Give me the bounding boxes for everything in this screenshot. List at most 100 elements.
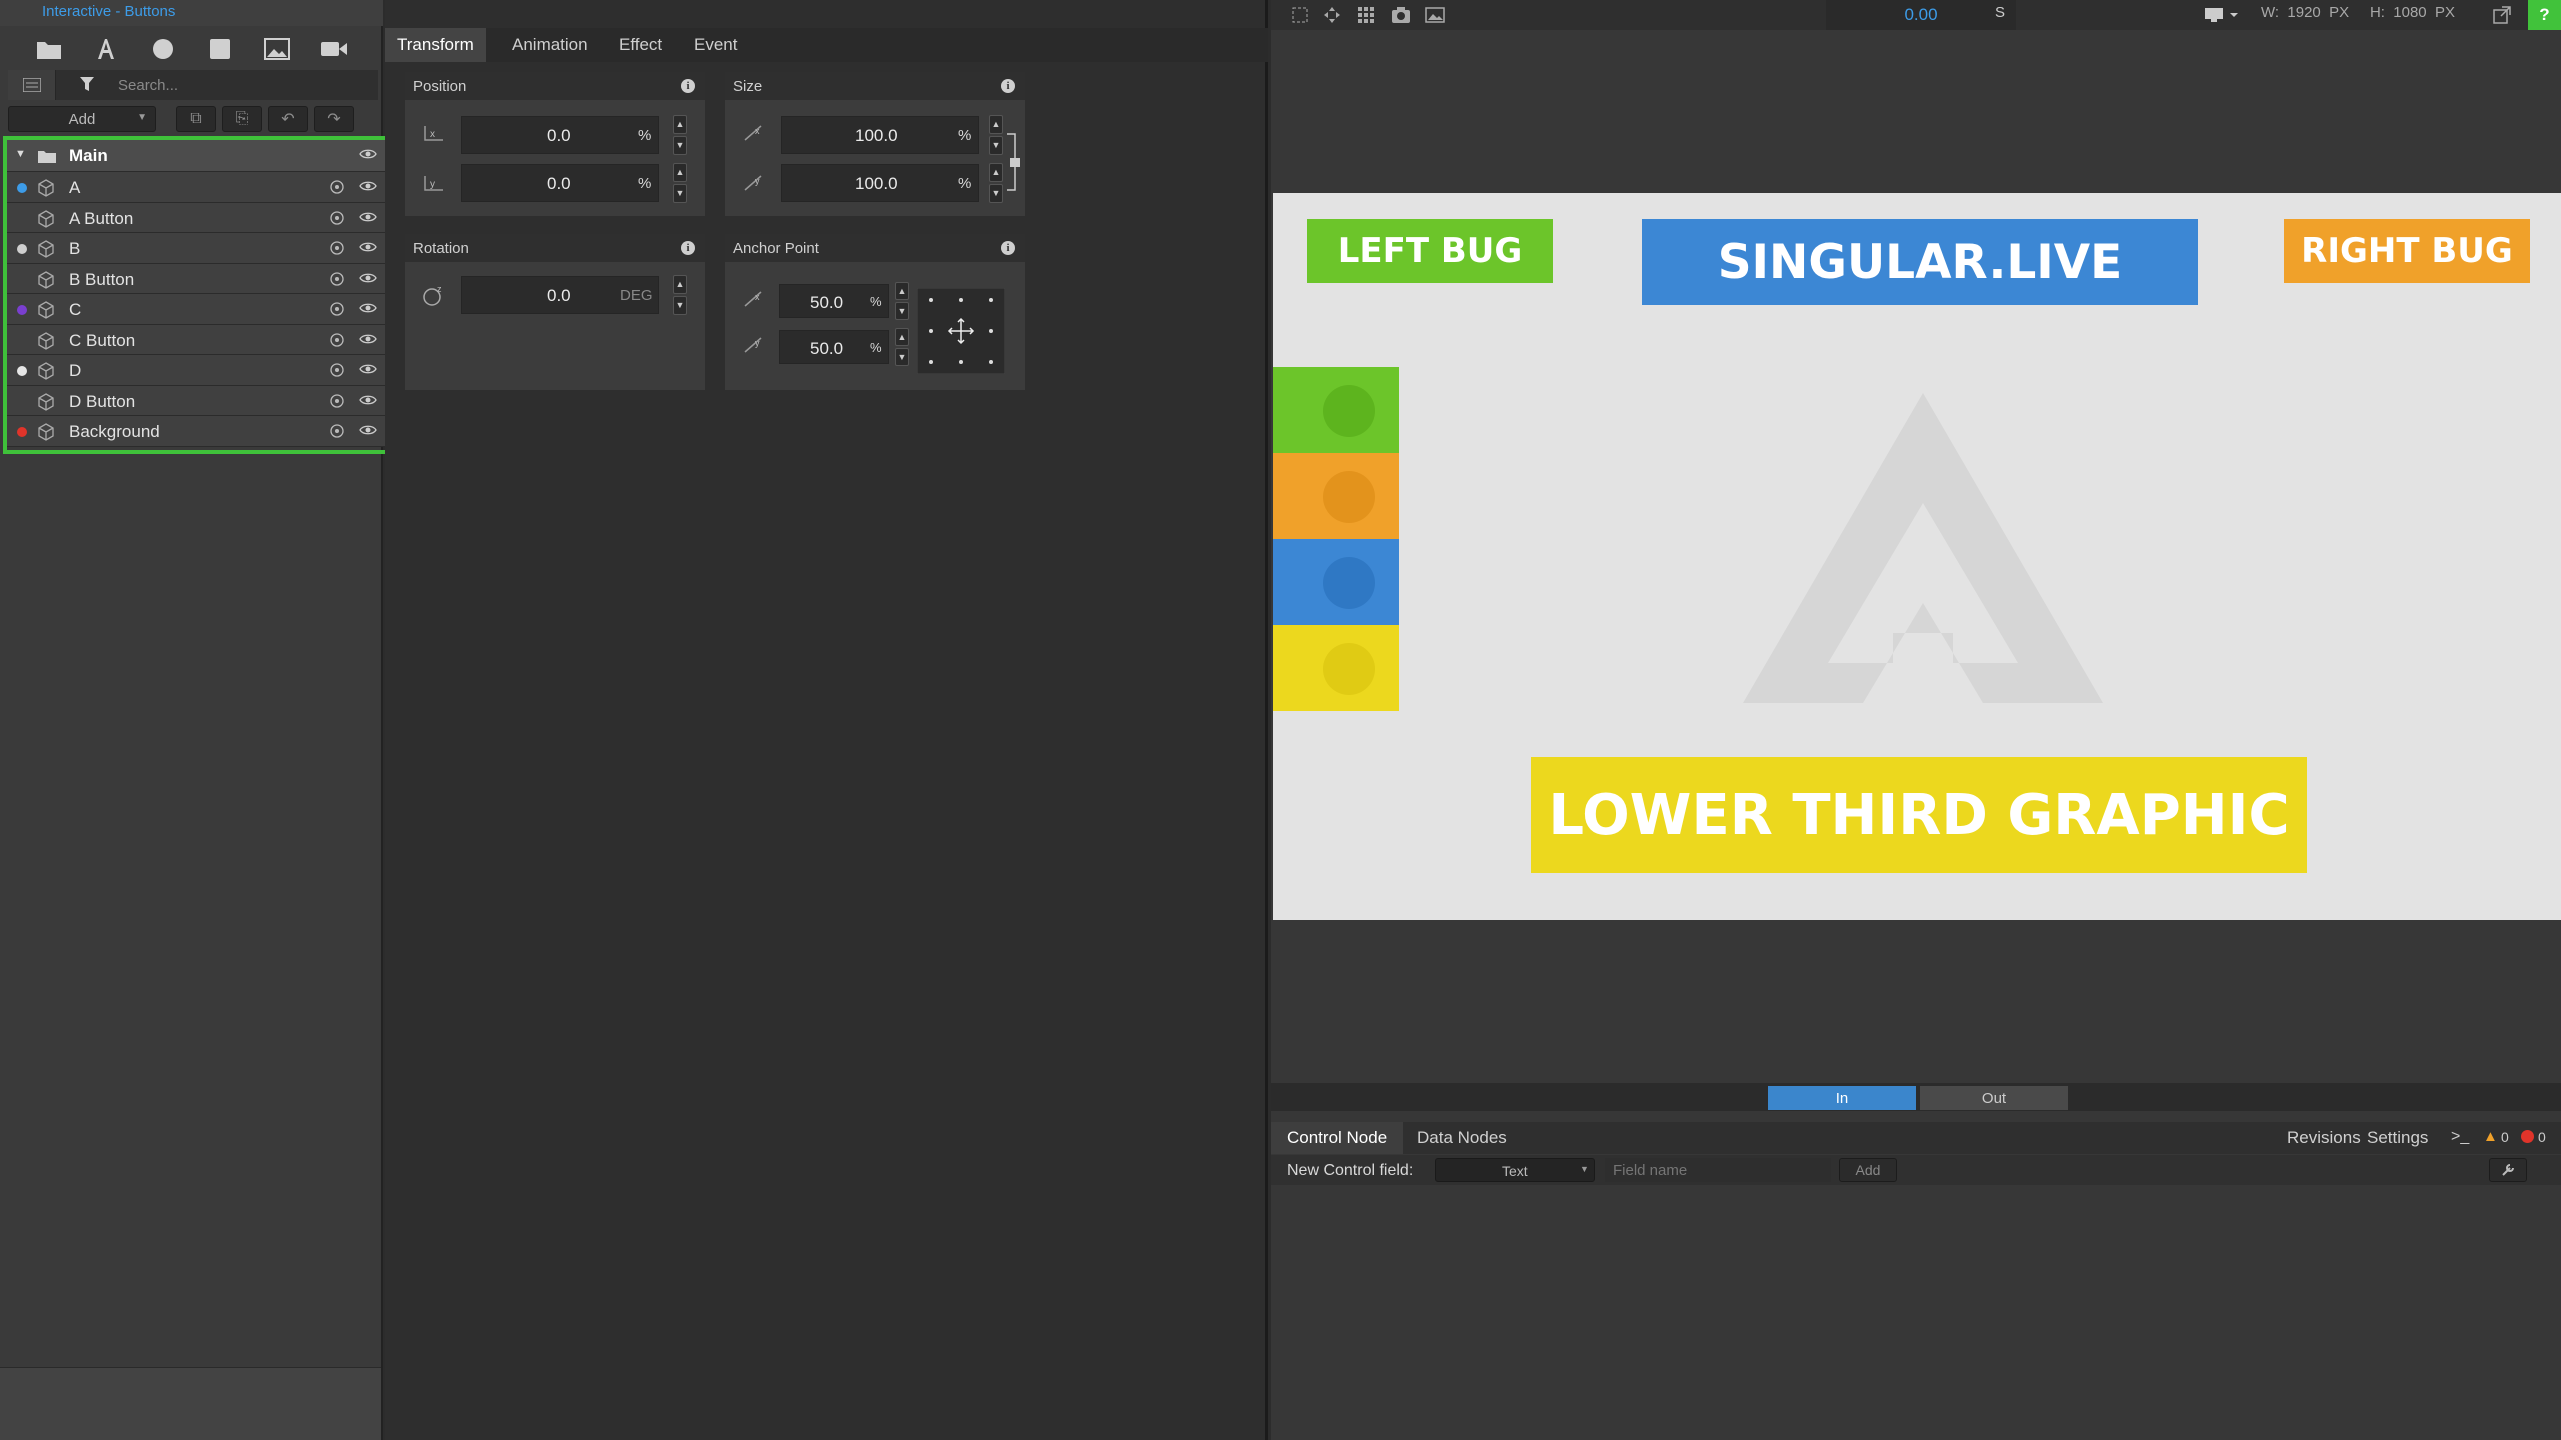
anchor-x-stepper[interactable]: ▲ ▼ bbox=[895, 282, 909, 320]
height-stepper[interactable]: ▲ ▼ bbox=[989, 163, 1003, 203]
position-x-field[interactable]: 0.0 % bbox=[461, 116, 659, 154]
lower-third-graphic[interactable]: LOWER THIRD GRAPHIC bbox=[1531, 757, 2307, 873]
target-icon[interactable] bbox=[329, 301, 345, 317]
video-icon[interactable] bbox=[316, 33, 352, 65]
field-type-select[interactable]: Text ▼ bbox=[1435, 1158, 1595, 1182]
eye-icon[interactable] bbox=[359, 180, 377, 192]
eye-icon[interactable] bbox=[359, 333, 377, 345]
decrement-icon[interactable]: ▼ bbox=[895, 302, 909, 320]
position-x-stepper[interactable]: ▲ ▼ bbox=[673, 115, 687, 155]
rotation-stepper[interactable]: ▲ ▼ bbox=[673, 275, 687, 315]
layer-main-group[interactable]: ▼ Main bbox=[7, 140, 387, 172]
field-name-input[interactable] bbox=[1605, 1158, 1831, 1182]
right-bug-graphic[interactable]: RIGHT BUG bbox=[2284, 219, 2530, 283]
increment-icon[interactable]: ▲ bbox=[895, 282, 909, 300]
layer-row[interactable]: C Button bbox=[7, 324, 387, 355]
filter-icon[interactable] bbox=[80, 76, 94, 92]
popout-icon[interactable] bbox=[2493, 6, 2511, 24]
layer-row[interactable]: Background bbox=[7, 416, 387, 447]
tab-event[interactable]: Event bbox=[682, 28, 749, 62]
select-frame-icon[interactable] bbox=[1291, 6, 1309, 24]
eye-icon[interactable] bbox=[359, 302, 377, 314]
button-c[interactable] bbox=[1273, 539, 1399, 625]
add-field-button[interactable]: Add bbox=[1839, 1158, 1897, 1182]
text-icon[interactable] bbox=[88, 33, 124, 65]
info-icon[interactable]: i bbox=[1001, 79, 1015, 93]
width-stepper[interactable]: ▲ ▼ bbox=[989, 115, 1003, 155]
info-icon[interactable]: i bbox=[1001, 241, 1015, 255]
list-view-button[interactable] bbox=[8, 70, 56, 100]
increment-icon[interactable]: ▲ bbox=[673, 115, 687, 134]
search-input[interactable] bbox=[118, 74, 368, 96]
increment-icon[interactable]: ▲ bbox=[673, 275, 687, 294]
left-bug-graphic[interactable]: LEFT BUG bbox=[1307, 219, 1553, 283]
target-icon[interactable] bbox=[329, 271, 345, 287]
button-b[interactable] bbox=[1273, 453, 1399, 539]
info-icon[interactable]: i bbox=[681, 241, 695, 255]
copy-button[interactable]: ⧉ bbox=[176, 106, 216, 132]
target-icon[interactable] bbox=[329, 240, 345, 256]
decrement-icon[interactable]: ▼ bbox=[989, 184, 1003, 203]
width-field[interactable]: 100.0 % bbox=[781, 116, 979, 154]
tab-animation[interactable]: Animation bbox=[500, 28, 600, 62]
button-d[interactable] bbox=[1273, 625, 1399, 711]
target-icon[interactable] bbox=[329, 210, 345, 226]
eye-icon[interactable] bbox=[359, 241, 377, 253]
anchor-y-field[interactable]: 50.0 % bbox=[779, 330, 889, 364]
target-icon[interactable] bbox=[329, 393, 345, 409]
eye-icon[interactable] bbox=[359, 424, 377, 436]
square-icon[interactable] bbox=[202, 33, 238, 65]
decrement-icon[interactable]: ▼ bbox=[989, 136, 1003, 155]
position-y-stepper[interactable]: ▲ ▼ bbox=[673, 163, 687, 203]
decrement-icon[interactable]: ▼ bbox=[895, 348, 909, 366]
add-layer-button[interactable]: Add ▼ bbox=[8, 106, 156, 132]
layer-row[interactable]: D bbox=[7, 355, 387, 386]
anchor-x-field[interactable]: 50.0 % bbox=[779, 284, 889, 318]
tab-transform[interactable]: Transform bbox=[385, 28, 486, 62]
button-a[interactable] bbox=[1273, 367, 1399, 453]
layer-row[interactable]: B Button bbox=[7, 263, 387, 294]
out-button[interactable]: Out bbox=[1920, 1086, 2068, 1110]
increment-icon[interactable]: ▲ bbox=[895, 328, 909, 346]
anchor-grid-picker[interactable] bbox=[917, 288, 1005, 374]
tools-button[interactable] bbox=[2489, 1158, 2527, 1182]
settings-link[interactable]: Settings bbox=[2351, 1122, 2444, 1154]
layer-row[interactable]: B bbox=[7, 233, 387, 264]
layer-row[interactable]: A Button bbox=[7, 202, 387, 233]
title-graphic[interactable]: SINGULAR.LIVE bbox=[1642, 219, 2198, 305]
tab-effect[interactable]: Effect bbox=[607, 28, 674, 62]
paste-button[interactable]: ⎘ bbox=[222, 106, 262, 132]
layer-row[interactable]: A bbox=[7, 172, 387, 203]
decrement-icon[interactable]: ▼ bbox=[673, 136, 687, 155]
move-icon[interactable] bbox=[1323, 6, 1341, 24]
tab-data-nodes[interactable]: Data Nodes bbox=[1401, 1122, 1523, 1154]
increment-icon[interactable]: ▲ bbox=[989, 163, 1003, 182]
time-input[interactable]: 0.00 bbox=[1826, 0, 2016, 30]
lock-ratio-icon[interactable] bbox=[1005, 132, 1021, 192]
tab-control-node[interactable]: Control Node bbox=[1271, 1122, 1404, 1154]
in-button[interactable]: In bbox=[1768, 1086, 1916, 1110]
camera-icon[interactable] bbox=[1391, 6, 1411, 24]
target-icon[interactable] bbox=[329, 179, 345, 195]
layer-row[interactable]: D Button bbox=[7, 385, 387, 416]
decrement-icon[interactable]: ▼ bbox=[673, 184, 687, 203]
height-field[interactable]: 100.0 % bbox=[781, 164, 979, 202]
anchor-y-stepper[interactable]: ▲ ▼ bbox=[895, 328, 909, 366]
position-y-field[interactable]: 0.0 % bbox=[461, 164, 659, 202]
folder-icon[interactable] bbox=[31, 33, 67, 65]
eye-icon[interactable] bbox=[359, 272, 377, 284]
increment-icon[interactable]: ▲ bbox=[673, 163, 687, 182]
info-icon[interactable]: i bbox=[681, 79, 695, 93]
image-icon[interactable] bbox=[259, 33, 295, 65]
grid-icon[interactable] bbox=[1357, 6, 1375, 24]
eye-icon[interactable] bbox=[359, 211, 377, 223]
undo-button[interactable]: ↶ bbox=[268, 106, 308, 132]
chevron-down-icon[interactable]: ▼ bbox=[15, 148, 26, 160]
redo-button[interactable]: ↷ bbox=[314, 106, 354, 132]
help-button[interactable]: ? bbox=[2528, 0, 2561, 30]
eye-icon[interactable] bbox=[359, 363, 377, 375]
rotation-z-field[interactable]: 0.0 DEG bbox=[461, 276, 659, 314]
eye-icon[interactable] bbox=[359, 394, 377, 406]
display-menu-icon[interactable] bbox=[2204, 6, 2242, 24]
circle-icon[interactable] bbox=[145, 33, 181, 65]
